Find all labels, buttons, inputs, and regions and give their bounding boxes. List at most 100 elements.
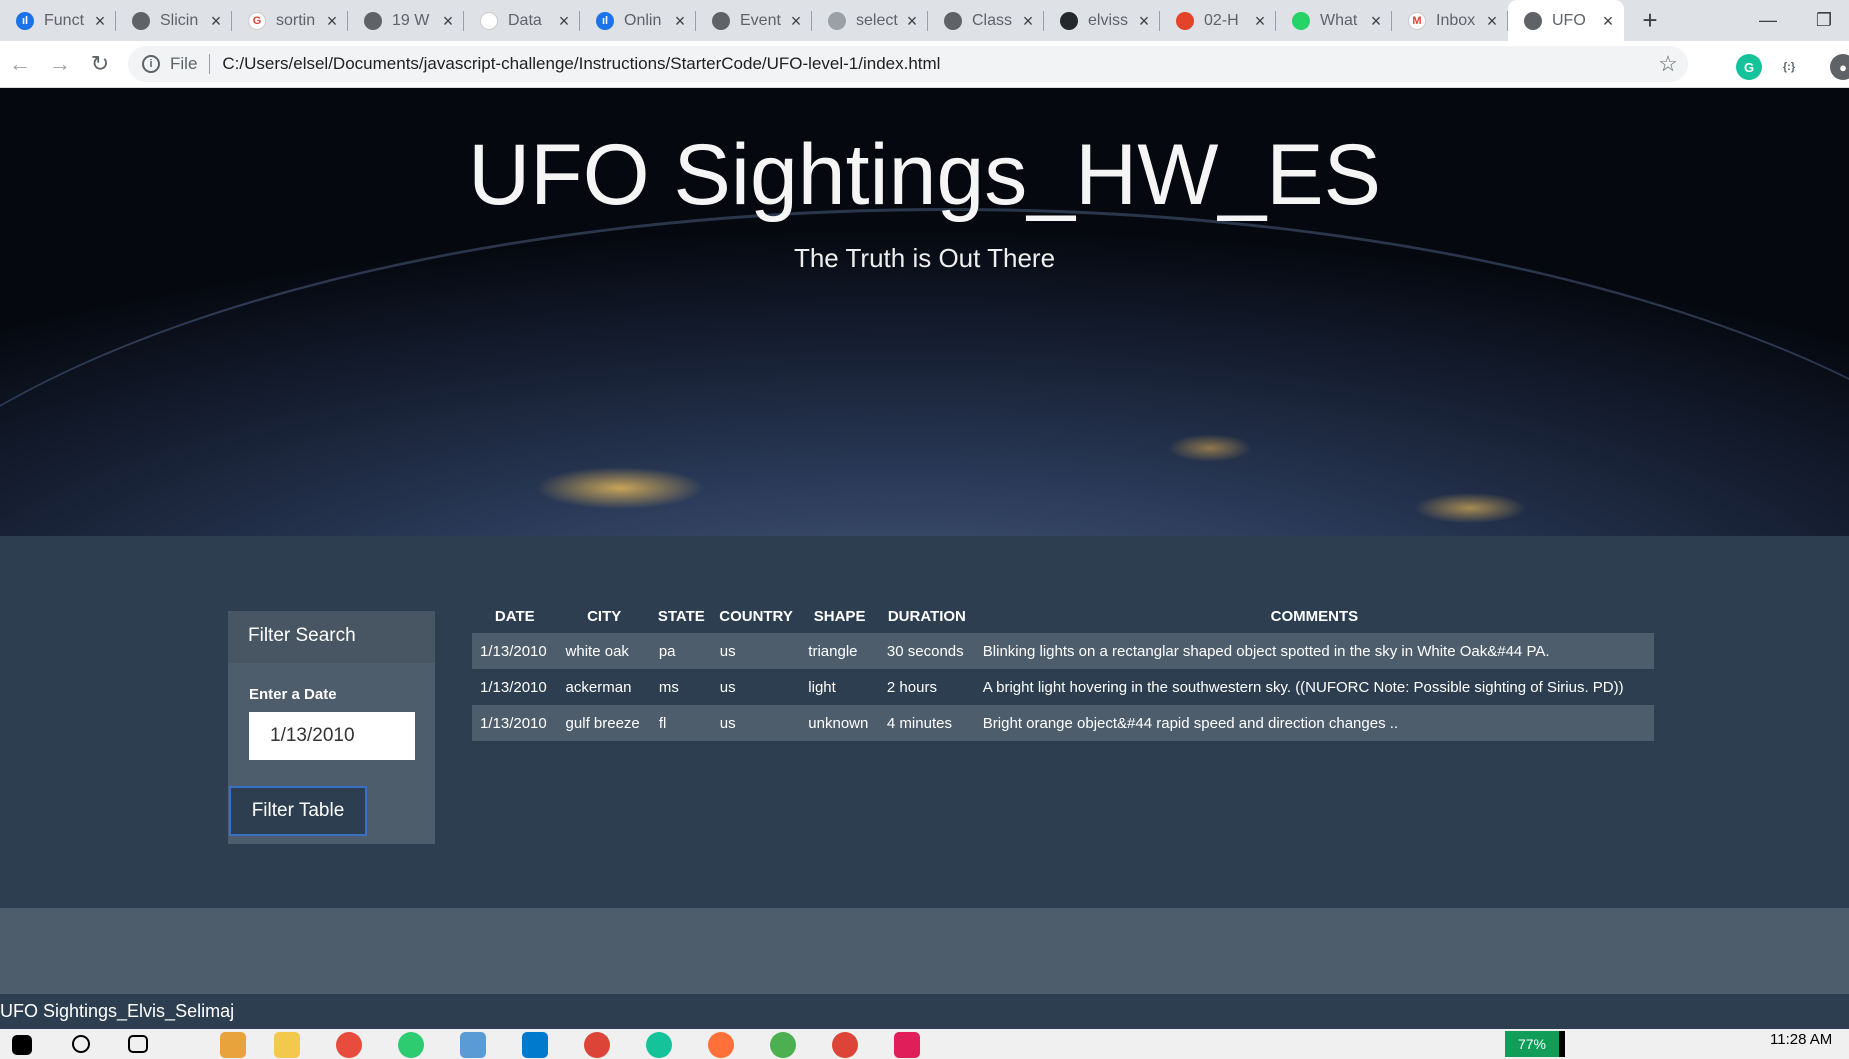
forward-arrow-icon[interactable]: → bbox=[40, 44, 80, 84]
close-icon[interactable]: × bbox=[1136, 12, 1152, 30]
chrome-icon[interactable] bbox=[584, 1032, 610, 1058]
table-header-row: DATE CITY STATE COUNTRY SHAPE DURATION COMMENT… bbox=[472, 599, 1654, 633]
mongodb-icon[interactable] bbox=[770, 1032, 796, 1058]
table-cell: 1/13/2010 bbox=[480, 642, 547, 660]
back-arrow-icon[interactable]: ← bbox=[0, 44, 40, 84]
browser-tab[interactable]: ıl Funct × bbox=[0, 0, 116, 41]
close-icon[interactable]: × bbox=[904, 12, 920, 30]
table-row: 1/13/2010 gulf breeze fl us unknown 4 minutes… bbox=[472, 705, 1654, 741]
tab-title: UFO bbox=[1552, 11, 1586, 29]
grammarly-extension-icon[interactable]: G bbox=[1736, 54, 1762, 80]
browser-tab[interactable]: Slicin × bbox=[116, 0, 232, 41]
table-cell: us bbox=[719, 714, 736, 732]
photos-app-icon[interactable] bbox=[460, 1032, 486, 1058]
gitlab-favicon-icon bbox=[1176, 11, 1194, 30]
main-content: Filter Search Enter a Date Filter Table … bbox=[0, 536, 1849, 908]
browser-tab[interactable]: UFO × bbox=[1508, 0, 1624, 41]
search-icon[interactable] bbox=[72, 1035, 90, 1053]
close-icon[interactable]: × bbox=[324, 12, 340, 30]
browser-tab[interactable]: M Inbox × bbox=[1392, 0, 1508, 41]
table-cell: 30 seconds bbox=[886, 642, 964, 660]
globe-favicon-icon bbox=[1524, 11, 1542, 30]
table-cell: 1/13/2010 bbox=[480, 678, 547, 696]
column-header: COUNTRY bbox=[719, 607, 793, 625]
task-view-icon[interactable] bbox=[128, 1035, 148, 1053]
info-icon[interactable]: i bbox=[142, 55, 160, 73]
close-icon[interactable]: × bbox=[1600, 12, 1616, 30]
close-icon[interactable]: × bbox=[1020, 12, 1036, 30]
browser-tab[interactable]: Class × bbox=[928, 0, 1044, 41]
reload-icon[interactable]: ↻ bbox=[80, 44, 120, 84]
close-icon[interactable]: × bbox=[556, 12, 572, 30]
browser-tab[interactable]: Gsortin × bbox=[232, 0, 348, 41]
address-url[interactable]: C:/Users/elsel/Documents/javascript-chal… bbox=[222, 54, 940, 74]
tab-title: 19 W bbox=[392, 11, 430, 29]
paint-app-icon[interactable] bbox=[220, 1032, 246, 1058]
windows-start-icon[interactable] bbox=[12, 1035, 32, 1055]
tab-title: Inbox bbox=[1436, 11, 1476, 29]
bookmark-star-icon[interactable]: ☆ bbox=[1648, 51, 1688, 77]
new-tab-icon[interactable]: + bbox=[1630, 0, 1670, 41]
close-icon[interactable]: × bbox=[208, 12, 224, 30]
close-icon[interactable]: × bbox=[1252, 12, 1268, 30]
filter-heading: Filter Search bbox=[228, 611, 435, 663]
table-row: 1/13/2010 ackerman ms us light 2 hours A brigh… bbox=[472, 669, 1654, 705]
browser-tab[interactable]: 02-H × bbox=[1160, 0, 1276, 41]
tab-title: Onlin bbox=[624, 11, 662, 29]
grammarly-app-icon[interactable] bbox=[646, 1032, 672, 1058]
whatsapp-favicon-icon bbox=[1292, 11, 1310, 30]
footer-band bbox=[0, 908, 1849, 994]
chrome-active-icon[interactable] bbox=[832, 1032, 858, 1058]
browser-tab[interactable]: ıl Onlin × bbox=[580, 0, 696, 41]
globe-favicon-icon bbox=[364, 11, 382, 30]
anaconda-icon[interactable] bbox=[398, 1032, 424, 1058]
globe-favicon-icon bbox=[712, 11, 730, 30]
date-input[interactable] bbox=[249, 712, 415, 760]
browser-tab[interactable]: 19 W × bbox=[348, 0, 464, 41]
table-cell: unknown bbox=[808, 714, 869, 732]
table-cell: us bbox=[719, 678, 736, 696]
browser-toolbar: ← → ↻ i File C:/Users/elsel/Documents/ja… bbox=[0, 41, 1849, 88]
table-cell: ms bbox=[658, 678, 679, 696]
address-separator bbox=[209, 54, 211, 74]
vscode-icon[interactable] bbox=[522, 1032, 548, 1058]
table-cell: triangle bbox=[808, 642, 858, 660]
profile-avatar-icon[interactable]: ● bbox=[1830, 54, 1849, 80]
close-icon[interactable]: × bbox=[1368, 12, 1384, 30]
browser-tab[interactable]: elviss × bbox=[1044, 0, 1160, 41]
browser-tab[interactable]: Data × bbox=[464, 0, 580, 41]
minimize-icon[interactable]: — bbox=[1740, 0, 1796, 41]
file-explorer-icon[interactable] bbox=[274, 1032, 300, 1058]
close-icon[interactable]: × bbox=[440, 12, 456, 30]
close-icon[interactable]: × bbox=[672, 12, 688, 30]
globe-favicon-icon bbox=[132, 11, 150, 30]
restore-icon[interactable]: ❐ bbox=[1796, 0, 1849, 41]
close-icon[interactable]: × bbox=[1484, 12, 1500, 30]
date-label: Enter a Date bbox=[249, 686, 337, 703]
address-bar[interactable]: i File C:/Users/elsel/Documents/javascri… bbox=[128, 46, 1688, 82]
table-cell: A bright light hovering in the southwest… bbox=[982, 678, 1624, 696]
snipping-tool-icon[interactable] bbox=[336, 1032, 362, 1058]
filter-table-button[interactable]: Filter Table bbox=[229, 786, 367, 836]
sightings-table: DATE CITY STATE COUNTRY SHAPE DURATION COMMENT… bbox=[472, 599, 1654, 741]
table-cell: 1/13/2010 bbox=[480, 714, 547, 732]
chart-favicon-icon: ıl bbox=[16, 11, 34, 30]
tab-title: sortin bbox=[276, 11, 316, 29]
browser-tab[interactable]: What × bbox=[1276, 0, 1392, 41]
table-cell: Blinking lights on a rectanglar shaped o… bbox=[982, 642, 1550, 660]
json-extension-icon[interactable]: {:} bbox=[1776, 54, 1802, 80]
browser-tab[interactable]: Event × bbox=[696, 0, 812, 41]
system-clock[interactable]: 11:28 AM bbox=[1770, 1031, 1832, 1048]
slack-icon[interactable] bbox=[894, 1032, 920, 1058]
tab-title: Slicin bbox=[160, 11, 199, 29]
github-favicon-icon bbox=[1060, 11, 1078, 30]
browser-tab[interactable]: select × bbox=[812, 0, 928, 41]
page-subtitle: The Truth is Out There bbox=[793, 243, 1056, 273]
firefox-icon[interactable] bbox=[708, 1032, 734, 1058]
globe-favicon-icon bbox=[944, 11, 962, 30]
close-icon[interactable]: × bbox=[788, 12, 804, 30]
battery-indicator[interactable]: 77% bbox=[1505, 1031, 1565, 1057]
close-icon[interactable]: × bbox=[92, 12, 108, 30]
browser-tab-strip: ıl Funct × Slicin × Gsortin × 19 W × Data × ıl Onlin… bbox=[0, 0, 1849, 41]
chart-favicon-icon: ıl bbox=[596, 11, 614, 30]
